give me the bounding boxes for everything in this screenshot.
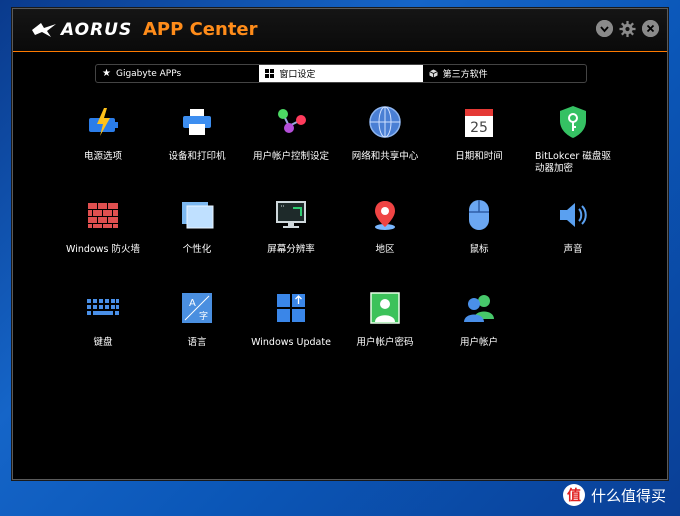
item-devices-printers[interactable]: 设备和打印机: [151, 105, 243, 163]
item-language[interactable]: A 字 语言: [151, 291, 243, 349]
item-label: 电源选项: [83, 151, 122, 162]
item-label: 键盘: [93, 337, 113, 348]
chevron-down-icon: [596, 20, 613, 37]
item-label: Windows Update: [251, 337, 331, 348]
item-screen-resolution[interactable]: 屏幕分辨率: [245, 198, 337, 256]
close-icon: [642, 20, 659, 37]
cube-icon: [428, 69, 438, 78]
windows-grid-icon: [265, 69, 275, 78]
item-power-options[interactable]: 电源选项: [57, 105, 149, 163]
item-sound[interactable]: 声音: [527, 198, 619, 256]
item-label: 设备和打印机: [168, 151, 226, 162]
calendar-icon: 25: [462, 105, 496, 139]
windows-update-icon: [274, 291, 308, 325]
item-label: Windows 防火墙: [66, 244, 140, 255]
item-personalization[interactable]: 个性化: [151, 198, 243, 256]
item-label: 日期和时间: [455, 151, 503, 162]
minimize-button[interactable]: [596, 20, 613, 37]
item-label: 地区: [375, 244, 395, 255]
item-uac-settings[interactable]: 用户帐户控制设定: [245, 105, 337, 163]
item-label: 语言: [187, 337, 207, 348]
watermark-text: 什么值得买: [590, 486, 666, 505]
star-icon: ★: [102, 68, 111, 79]
tab-label: Gigabyte APPs: [115, 68, 182, 79]
window-controls: [596, 20, 659, 37]
item-region[interactable]: 地区: [339, 198, 431, 256]
tab-third-party[interactable]: 第三方软件: [423, 65, 586, 82]
item-network-sharing[interactable]: 网络和共享中心: [339, 105, 431, 163]
mouse-icon: [462, 198, 496, 232]
user-account-control-icon: [274, 105, 308, 139]
user-password-icon: [368, 291, 402, 325]
tab-bar: ★ Gigabyte APPs 窗口设定 第三方软件: [95, 64, 587, 83]
item-windows-update[interactable]: Windows Update: [245, 291, 337, 349]
firewall-icon: [86, 198, 120, 232]
tab-window-settings[interactable]: 窗口设定: [259, 65, 423, 82]
svg-text:字: 字: [199, 310, 208, 322]
item-label: 用户帐户: [459, 337, 498, 348]
close-button[interactable]: [642, 20, 659, 37]
item-bitlocker[interactable]: BitLokcer 磁盘驱动器加密: [527, 105, 619, 175]
item-label: 鼠标: [469, 244, 489, 255]
item-user-password[interactable]: 用户帐户密码: [339, 291, 431, 349]
printer-icon: [180, 105, 214, 139]
item-label: 用户帐户控制设定: [253, 151, 330, 162]
watermark-badge: 值: [562, 484, 585, 506]
calendar-date: 25: [470, 120, 488, 136]
aorus-logo: AORUS: [31, 19, 132, 41]
user-accounts-icon: [462, 291, 496, 325]
app-center-window: AORUS APP Center ★ Gigabyte APPs 窗口设定 第三…: [12, 8, 668, 480]
item-label: 网络和共享中心: [351, 151, 419, 162]
item-label: 用户帐户密码: [356, 337, 414, 348]
item-mouse[interactable]: 鼠标: [433, 198, 525, 256]
language-icon: A 字: [180, 291, 214, 325]
item-user-accounts[interactable]: 用户帐户: [433, 291, 525, 349]
brand-text: AORUS: [61, 20, 133, 40]
monitor-icon: [274, 198, 308, 232]
personalization-icon: [180, 198, 214, 232]
svg-text:A: A: [189, 298, 196, 309]
settings-button[interactable]: [619, 20, 636, 37]
keyboard-icon: [86, 291, 120, 325]
item-keyboard[interactable]: 键盘: [57, 291, 149, 349]
eagle-icon: [32, 23, 56, 37]
watermark: 值 什么值得买: [562, 484, 666, 506]
item-windows-firewall[interactable]: Windows 防火墙: [57, 198, 149, 256]
item-label: 个性化: [182, 244, 212, 255]
network-globe-icon: [368, 105, 402, 139]
tab-label: 第三方软件: [442, 70, 488, 80]
item-label: BitLokcer 磁盘驱动器加密: [535, 151, 611, 174]
gear-icon: [619, 20, 636, 37]
item-label: 屏幕分辨率: [267, 244, 315, 255]
tab-label: 窗口设定: [279, 70, 316, 80]
item-date-time[interactable]: 25 日期和时间: [433, 105, 525, 163]
title-bar: AORUS APP Center: [13, 9, 667, 52]
speaker-icon: [556, 198, 590, 232]
item-label: 声音: [563, 244, 583, 255]
tab-gigabyte-apps[interactable]: ★ Gigabyte APPs: [96, 65, 259, 82]
battery-icon: [86, 105, 120, 139]
app-title: APP Center: [143, 19, 258, 40]
location-pin-icon: [368, 198, 402, 232]
shield-key-icon: [556, 105, 590, 139]
